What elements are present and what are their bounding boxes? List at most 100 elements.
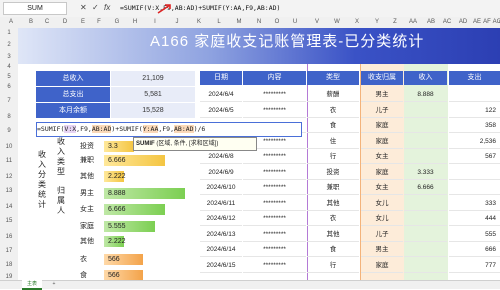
cell-owner[interactable]: 女主 bbox=[361, 150, 403, 164]
cell-type[interactable]: 其他 bbox=[307, 197, 359, 211]
row-label[interactable]: 9 bbox=[0, 128, 18, 134]
column-label[interactable]: D bbox=[58, 17, 72, 28]
cell-expense[interactable]: 666 bbox=[449, 243, 500, 257]
column-label[interactable]: AC bbox=[440, 17, 454, 28]
header-content[interactable]: 内容 bbox=[243, 71, 306, 85]
column-label[interactable]: AD bbox=[456, 17, 470, 28]
cell-expense[interactable]: 777 bbox=[449, 259, 500, 273]
cell-date[interactable]: 2024/6/14 bbox=[200, 243, 242, 257]
cell-type[interactable]: 薪酬 bbox=[307, 88, 359, 102]
row-label[interactable]: 4 bbox=[0, 64, 18, 70]
row-label[interactable]: 10 bbox=[0, 144, 18, 150]
cell-income[interactable] bbox=[404, 228, 447, 242]
column-label[interactable]: X bbox=[350, 17, 364, 28]
row-label[interactable]: 5 bbox=[0, 74, 18, 80]
cell-content[interactable]: ********* bbox=[243, 150, 306, 164]
cell-owner[interactable]: 家庭 bbox=[361, 135, 403, 149]
cell-income[interactable] bbox=[404, 150, 447, 164]
row-label[interactable]: 11 bbox=[0, 158, 18, 164]
column-label[interactable]: A bbox=[4, 17, 18, 28]
cell-owner[interactable]: 家庭 bbox=[361, 166, 403, 180]
cell-date[interactable]: 2024/6/11 bbox=[200, 197, 242, 211]
cell-expense[interactable]: 122 bbox=[449, 104, 500, 118]
row-label[interactable]: 13 bbox=[0, 188, 18, 194]
column-label[interactable]: F bbox=[92, 17, 106, 28]
cell-income[interactable] bbox=[404, 104, 447, 118]
row-label[interactable]: 17 bbox=[0, 248, 18, 254]
header-date[interactable]: 日期 bbox=[200, 71, 242, 85]
cell-owner[interactable]: 家庭 bbox=[361, 259, 403, 273]
header-type[interactable]: 类型 bbox=[307, 71, 359, 85]
cell-owner[interactable]: 儿子 bbox=[361, 104, 403, 118]
cell-type[interactable]: 行 bbox=[307, 150, 359, 164]
cell-type[interactable]: 兼职 bbox=[307, 181, 359, 195]
column-label[interactable]: I bbox=[148, 17, 162, 28]
category-value[interactable]: 566 bbox=[108, 252, 120, 267]
column-label[interactable]: W bbox=[330, 17, 344, 28]
sheet-tab-main[interactable]: 主表 bbox=[22, 280, 42, 290]
confirm-icon[interactable]: ✓ bbox=[92, 2, 99, 14]
cell-income[interactable] bbox=[404, 243, 447, 257]
row-label[interactable]: 2 bbox=[0, 42, 18, 48]
cell-content[interactable]: ********* bbox=[243, 104, 306, 118]
column-label[interactable]: G bbox=[110, 17, 124, 28]
cell-income[interactable] bbox=[404, 119, 447, 133]
summary-value[interactable]: 15,528 bbox=[111, 103, 195, 119]
cell-date[interactable]: 2024/6/4 bbox=[200, 88, 242, 102]
cell-content[interactable]: ********* bbox=[243, 212, 306, 226]
column-label[interactable]: AA bbox=[406, 17, 420, 28]
cell-type[interactable]: 其他 bbox=[307, 228, 359, 242]
cell-content[interactable]: ********* bbox=[243, 197, 306, 211]
cell-expense[interactable] bbox=[449, 88, 500, 102]
cell-content[interactable]: ********* bbox=[243, 181, 306, 195]
header-income[interactable]: 收入 bbox=[404, 71, 447, 85]
cell-type[interactable]: 食 bbox=[307, 243, 359, 257]
row-label[interactable]: 15 bbox=[0, 218, 18, 224]
row-label[interactable]: 7 bbox=[0, 98, 18, 104]
formula-input[interactable]: =SUMIF(V:X,F9,AB:AD)+SUMIF(Y:AA,F9,AB:AD… bbox=[120, 2, 496, 14]
cell-type[interactable]: 衣 bbox=[307, 212, 359, 226]
cell-type[interactable]: 衣 bbox=[307, 104, 359, 118]
category-value[interactable]: 5.555 bbox=[108, 219, 126, 234]
column-label[interactable]: O bbox=[270, 17, 284, 28]
cell-date[interactable]: 2024/6/12 bbox=[200, 212, 242, 226]
editing-cell[interactable]: =SUMIF(V:X,F9,AB:AD)+SUMIF(Y:AA,F9,AB:AD… bbox=[36, 122, 302, 137]
cell-date[interactable]: 2024/6/13 bbox=[200, 228, 242, 242]
column-label[interactable]: Y bbox=[370, 17, 384, 28]
column-label[interactable]: N bbox=[252, 17, 266, 28]
cell-owner[interactable]: 女主 bbox=[361, 181, 403, 195]
cell-owner[interactable]: 男主 bbox=[361, 88, 403, 102]
cell-content[interactable]: ********* bbox=[243, 88, 306, 102]
cell-type[interactable]: 投资 bbox=[307, 166, 359, 180]
category-value[interactable]: 2.222 bbox=[108, 169, 126, 184]
cell-expense[interactable] bbox=[449, 181, 500, 195]
column-label[interactable]: K bbox=[192, 17, 206, 28]
cell-content[interactable]: ********* bbox=[243, 243, 306, 257]
cell-type[interactable]: 行 bbox=[307, 259, 359, 273]
cell-expense[interactable]: 358 bbox=[449, 119, 500, 133]
cell-date[interactable]: 2024/6/8 bbox=[200, 150, 242, 164]
cell-content[interactable]: ********* bbox=[243, 166, 306, 180]
column-label[interactable]: L bbox=[212, 17, 226, 28]
cell-date[interactable]: 2024/6/5 bbox=[200, 104, 242, 118]
row-label[interactable]: 1 bbox=[0, 30, 18, 36]
name-box[interactable]: SUM bbox=[3, 2, 67, 15]
cell-income[interactable] bbox=[404, 135, 447, 149]
column-label[interactable]: U bbox=[288, 17, 302, 28]
cell-expense[interactable]: 444 bbox=[449, 212, 500, 226]
cell-owner[interactable]: 儿子 bbox=[361, 228, 403, 242]
row-label[interactable]: 16 bbox=[0, 234, 18, 240]
fx-icon[interactable]: fx bbox=[104, 2, 110, 14]
category-value[interactable]: 2.222 bbox=[108, 234, 126, 249]
cell-income[interactable] bbox=[404, 197, 447, 211]
row-label[interactable]: 6 bbox=[0, 84, 18, 90]
cell-owner[interactable]: 男主 bbox=[361, 243, 403, 257]
column-label[interactable]: H bbox=[128, 17, 142, 28]
column-label[interactable]: Z bbox=[388, 17, 402, 28]
summary-value[interactable]: 5,581 bbox=[111, 87, 195, 103]
column-label[interactable]: AB bbox=[424, 17, 438, 28]
column-label[interactable]: AH bbox=[496, 17, 500, 28]
category-value[interactable]: 8.888 bbox=[108, 186, 126, 201]
cell-content[interactable]: ********* bbox=[243, 228, 306, 242]
row-label[interactable]: 8 bbox=[0, 114, 18, 120]
